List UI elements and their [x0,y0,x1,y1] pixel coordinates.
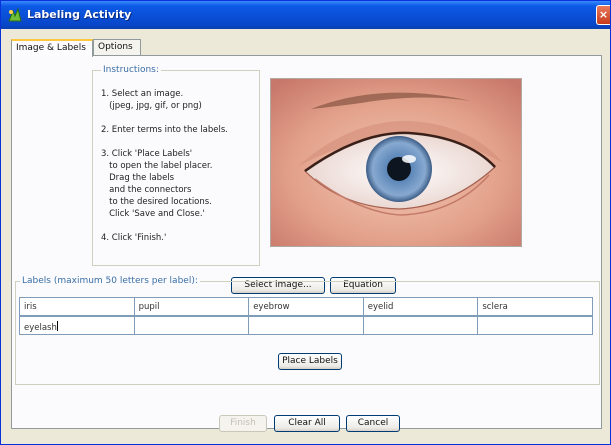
labels-box: Labels (maximum 50 letters per label): i… [15,276,600,385]
title-bar[interactable]: Labeling Activity × [1,1,610,29]
instruction-line [101,220,228,232]
clear-all-button[interactable]: Clear All [274,415,340,432]
label-field-7[interactable] [133,316,250,335]
tab-options[interactable]: Options [93,39,141,56]
instruction-line: (jpeg, jpg, gif, or png) [101,101,202,111]
place-labels-button[interactable]: Place Labels [278,353,342,370]
app-icon [8,7,22,22]
text-caret [56,321,58,331]
finish-button[interactable]: Finish [219,415,267,432]
close-icon[interactable]: × [596,5,610,25]
instruction-line: 1. Select an image. [101,89,184,99]
label-field-2[interactable]: pupil [133,297,250,316]
labels-legend: Labels (maximum 50 letters per label): [20,276,200,286]
cancel-button[interactable]: Cancel [346,415,400,432]
eye-illustration [271,79,521,246]
instruction-line: and the connectors [101,185,192,195]
labeling-activity-window: Labeling Activity × Image & Labels Optio… [0,0,611,445]
image-labels-panel: Instructions: 1. Select an image. (jpeg,… [11,55,602,429]
instruction-line: Drag the labels [101,173,175,183]
label-field-3[interactable]: eyebrow [248,297,364,316]
label-field-8[interactable] [248,316,364,335]
labels-grid: iris pupil eyebrow eyelid sclera eyelash [19,297,597,335]
instructions-box: Instructions: 1. Select an image. (jpeg,… [92,65,260,266]
instruction-line: 4. Click 'Finish.' [101,233,167,243]
instruction-line [101,136,228,148]
label-field-1[interactable]: iris [19,297,135,316]
label-field-9[interactable] [362,316,479,335]
tab-image-labels[interactable]: Image & Labels [11,39,93,57]
instruction-line: to the desired locations. [101,197,212,207]
eye-image [270,78,522,247]
label-field-4[interactable]: eyelid [362,297,479,316]
instruction-line: 3. Click 'Place Labels' [101,149,193,159]
instruction-line: Click 'Save and Close.' [101,209,205,219]
label-field-10[interactable] [477,316,593,335]
instruction-line: to open the label placer. [101,161,213,171]
labels-row: eyelash [19,316,597,335]
instruction-line: 2. Enter terms into the labels. [101,125,228,135]
label-field-5[interactable]: sclera [477,297,593,316]
instruction-line [101,112,228,124]
labels-row: iris pupil eyebrow eyelid sclera [19,297,597,316]
window-title: Labeling Activity [27,8,132,21]
instructions-legend: Instructions: [101,65,161,75]
label-field-6-text: eyelash [24,323,57,333]
label-field-6[interactable]: eyelash [19,316,135,335]
instructions-text: 1. Select an image. (jpeg, jpg, gif, or … [101,88,228,244]
